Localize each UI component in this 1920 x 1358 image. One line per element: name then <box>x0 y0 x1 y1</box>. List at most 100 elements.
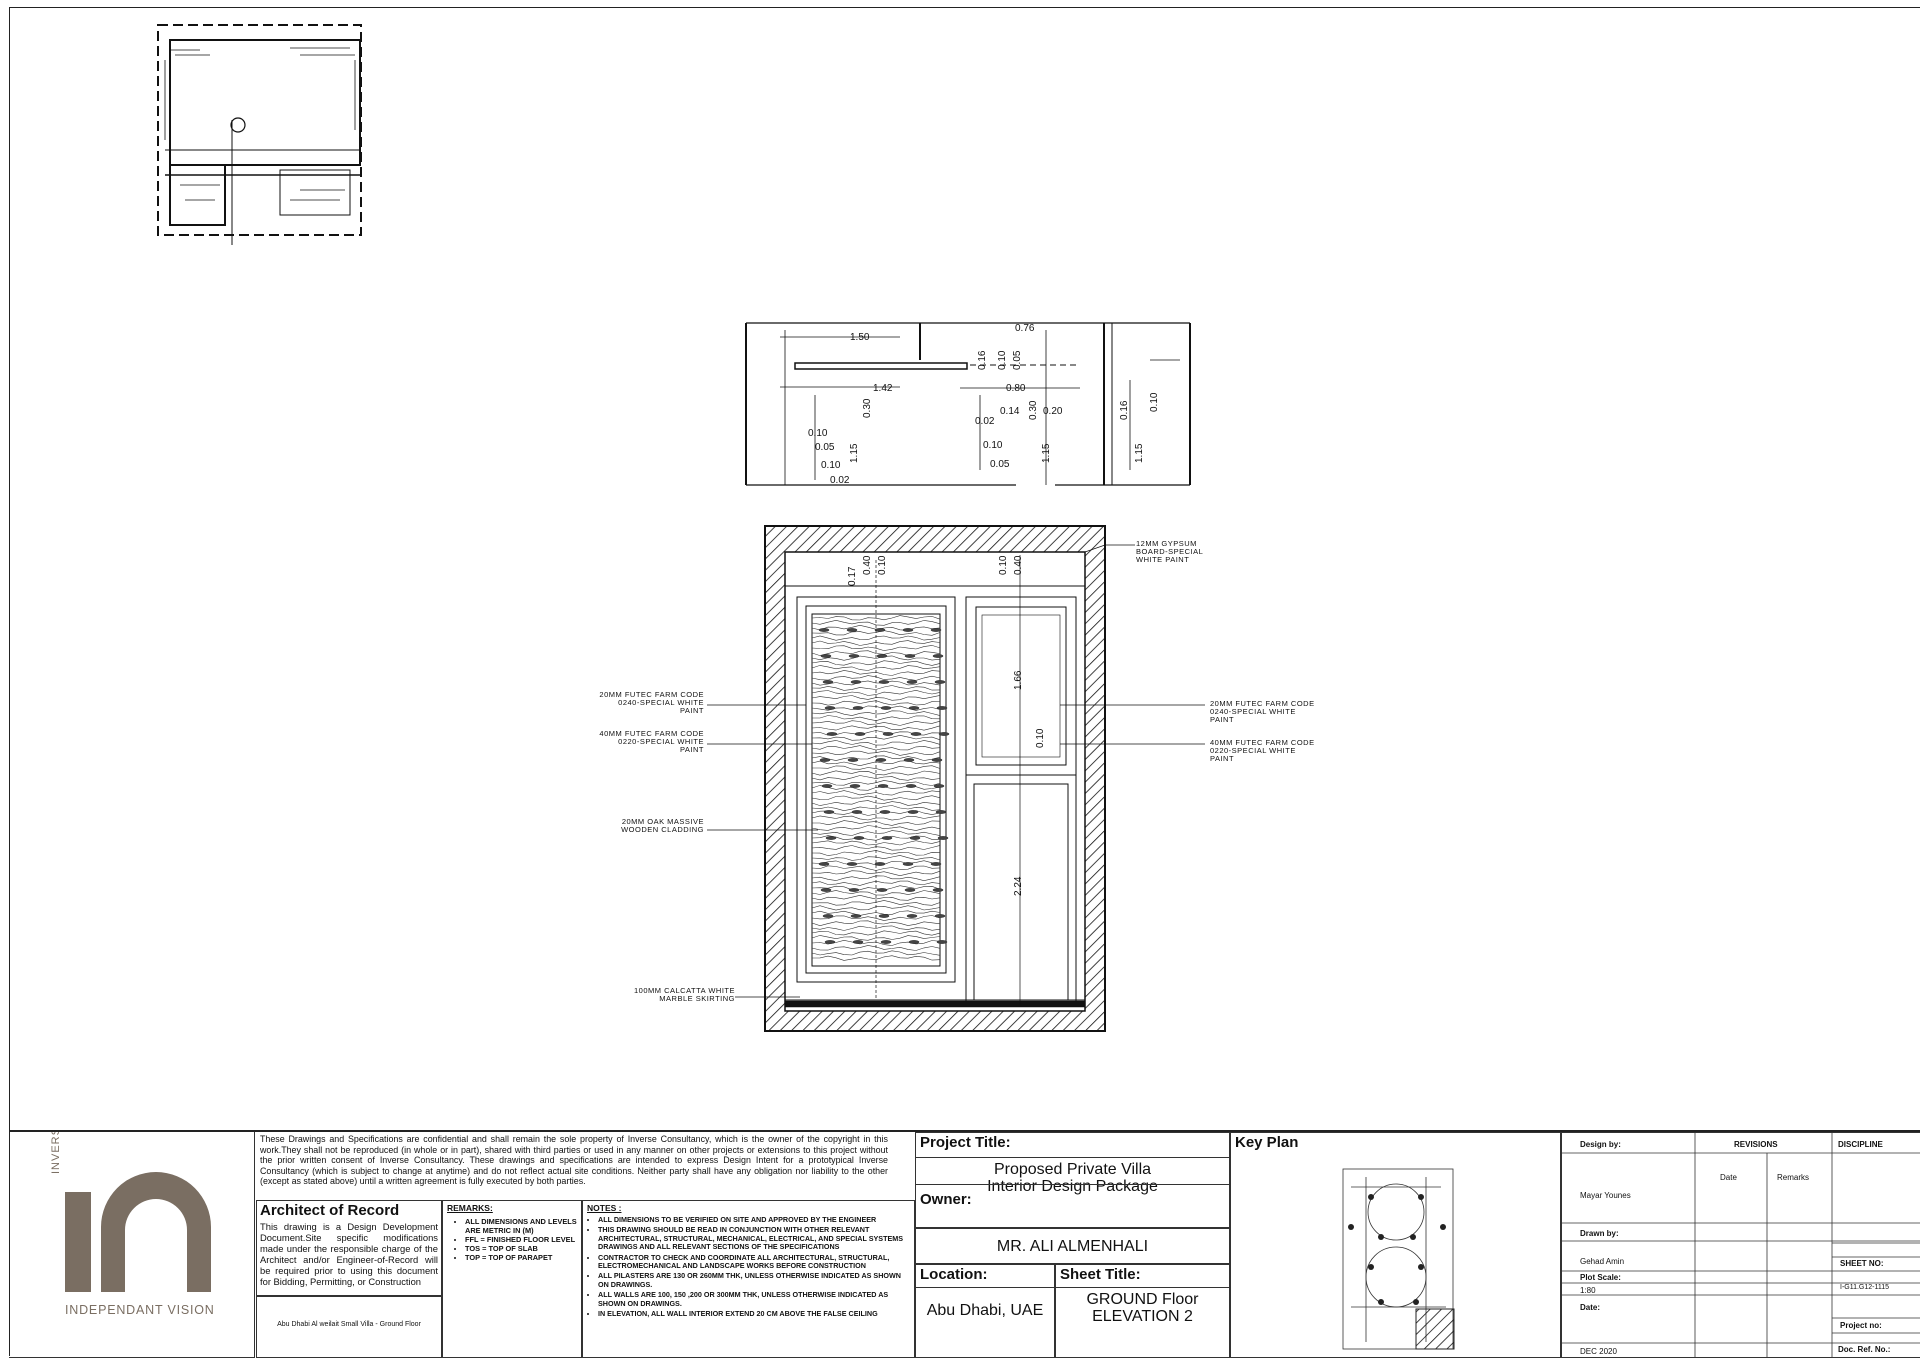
drawing-area: 1.50 0.76 1.42 0.80 0.14 0.20 0.02 0.10 … <box>157 24 1314 1032</box>
wood-knot <box>882 732 894 736</box>
revisions-label: REVISIONS <box>1734 1140 1778 1149</box>
wood-knot <box>820 888 832 892</box>
revisions-remarks-column: Remarks <box>1777 1173 1810 1182</box>
issue-date: DEC 2020 <box>1580 1347 1617 1356</box>
wood-knot <box>934 914 946 918</box>
wood-knot <box>881 836 893 840</box>
wood-knot <box>849 784 861 788</box>
wood-knot <box>822 680 834 684</box>
wood-knot <box>937 836 949 840</box>
sheet-no-label: SHEET NO: <box>1840 1259 1884 1268</box>
elev-dim: 0.40 <box>1013 555 1024 575</box>
wood-knot <box>936 940 948 944</box>
plan-dim: 0.02 <box>830 475 850 486</box>
callout-left-4: 100MM CALCATTA WHITE MARBLE SKIRTING <box>634 986 735 1003</box>
plan-dimension-labels: 1.50 0.76 1.42 0.80 0.14 0.20 0.02 0.10 … <box>808 323 1160 486</box>
drafter-name: Gehad Amin <box>1580 1257 1625 1266</box>
wood-knot <box>906 680 918 684</box>
wood-knot <box>902 628 914 632</box>
elev-dim: 1.66 <box>1013 670 1024 690</box>
elev-dim: 0.40 <box>862 555 873 575</box>
elev-dim: 0.10 <box>998 555 1009 575</box>
architect-of-record: Architect of Record This drawing is a De… <box>256 1200 442 1296</box>
discipline-label: DISCIPLINE <box>1838 1140 1883 1149</box>
wood-knot <box>851 810 863 814</box>
wood-knot <box>854 732 866 736</box>
remark-item: FFL = FINISHED FLOOR LEVEL <box>465 1235 577 1244</box>
aor-text: This drawing is a Design Development Doc… <box>260 1221 438 1287</box>
wood-knot <box>825 836 837 840</box>
wood-knot <box>848 654 860 658</box>
wood-knot <box>905 784 917 788</box>
drawn-by-label: Drawn by: <box>1580 1229 1619 1238</box>
remark-item: TOS = TOP OF SLAB <box>465 1244 577 1253</box>
callout-ceiling: 12MM GYPSUM BOARD-SPECIAL WHITE PAINT <box>1136 539 1203 564</box>
wood-knot <box>879 810 891 814</box>
notes-list: ALL DIMENSIONS TO BE VERIFIED ON SITE AN… <box>587 1215 910 1318</box>
note-item: ALL DIMENSIONS TO BE VERIFIED ON SITE AN… <box>598 1215 910 1224</box>
wood-knot <box>908 706 920 710</box>
wood-knot <box>850 680 862 684</box>
wood-knot <box>824 706 836 710</box>
note-item: CONTRACTOR TO CHECK AND COORDINATE ALL A… <box>598 1253 910 1271</box>
wood-knot <box>878 680 890 684</box>
sheet-number: I-G11.G12-1115 <box>1840 1284 1890 1291</box>
project-no-label: Project no: <box>1840 1321 1882 1330</box>
owner-value-cell: MR. ALI ALMENHALI <box>915 1228 1230 1264</box>
plan-dim: 0.16 <box>1119 400 1130 420</box>
plan-dim: 0.76 <box>1015 323 1035 334</box>
file-path-box: Abu Dhabi Al weilait Small Villa - Groun… <box>256 1296 442 1358</box>
elev-dim: 0.10 <box>1035 728 1046 748</box>
wood-knot <box>848 888 860 892</box>
wood-knot <box>880 940 892 944</box>
revisions-date-column: Date <box>1720 1173 1737 1182</box>
project-title-label: Project Title: <box>916 1133 1229 1158</box>
company-logo: INVERSE INTERIORS INDEPENDANT VISION <box>50 1132 215 1317</box>
wood-knot <box>846 628 858 632</box>
wood-knot <box>824 940 836 944</box>
plan-dim: 0.05 <box>1012 350 1023 370</box>
wood-knot <box>852 940 864 944</box>
key-plan-label: Key Plan <box>1235 1134 1299 1151</box>
date-label: Date: <box>1580 1303 1601 1312</box>
note-item: THIS DRAWING SHOULD BE READ IN CONJUNCTI… <box>598 1226 910 1251</box>
wood-knot <box>877 784 889 788</box>
logo-tagline: INDEPENDANT VISION <box>65 1303 215 1317</box>
location-value: Abu Dhabi, UAE <box>926 1302 1044 1319</box>
key-plan-panel: Key Plan <box>1230 1132 1561 1358</box>
wood-knot <box>820 654 832 658</box>
elevation-view <box>707 525 1205 1032</box>
owner-name: MR. ALI ALMENHALI <box>996 1238 1149 1255</box>
file-path: Abu Dhabi Al weilait Small Villa - Groun… <box>277 1321 421 1328</box>
wood-knot <box>908 940 920 944</box>
wood-knot <box>932 654 944 658</box>
design-by-label: Design by: <box>1580 1140 1621 1149</box>
wood-knot <box>910 732 922 736</box>
plan-dim: 0.16 <box>977 350 988 370</box>
wood-knot <box>935 810 947 814</box>
wood-knot <box>909 836 921 840</box>
remark-item: ALL DIMENSIONS AND LEVELS ARE METRIC IN … <box>465 1217 577 1235</box>
key-plan-drawing <box>1342 1168 1455 1350</box>
remark-item: TOP = TOP OF PARAPET <box>465 1253 577 1262</box>
location-label: Location: <box>916 1265 1054 1288</box>
wood-knot <box>874 628 886 632</box>
wood-knot <box>847 758 859 762</box>
plan-dim: 0.30 <box>1028 400 1039 420</box>
wood-knot <box>938 732 950 736</box>
plan-dim: 1.15 <box>849 443 860 463</box>
wood-knot <box>821 784 833 788</box>
info-grid: Design by: REVISIONS DISCIPLINE Mayar Yo… <box>1561 1132 1920 1358</box>
designer-name: Mayar Younes <box>1580 1191 1631 1200</box>
plan-dim: 0.10 <box>997 350 1008 370</box>
remarks-panel: REMARKS: ALL DIMENSIONS AND LEVELS ARE M… <box>442 1200 582 1358</box>
plan-dim: 0.10 <box>808 428 828 439</box>
owner-label: Owner: <box>920 1191 972 1208</box>
plan-dim: 0.20 <box>1043 406 1063 417</box>
wood-knot <box>936 706 948 710</box>
logo-vertical-text: INVERSE INTERIORS <box>50 1132 62 1174</box>
location-plan-thumbnail <box>157 24 362 245</box>
wood-knot <box>903 758 915 762</box>
logo-panel: INVERSE INTERIORS INDEPENDANT VISION <box>9 1132 255 1358</box>
plan-dim: 0.05 <box>990 459 1010 470</box>
